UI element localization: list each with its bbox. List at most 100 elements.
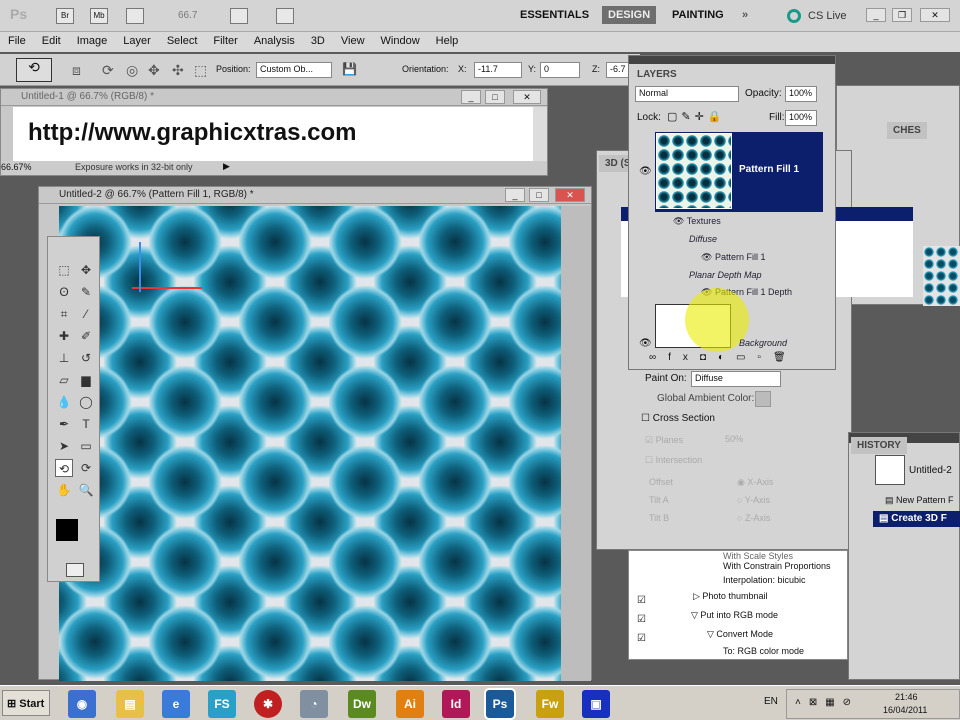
menu-file[interactable]: File — [0, 32, 34, 52]
path-select-tool-icon[interactable]: ➤ — [55, 437, 73, 455]
history-item-selected[interactable]: ▤ Create 3D F — [873, 511, 960, 527]
pattern-canvas[interactable] — [59, 206, 561, 681]
scale-3d-icon[interactable]: ⬚ — [194, 62, 207, 79]
lock-icons[interactable]: ▢✎✛🔒 — [667, 110, 726, 123]
more-workspaces-button[interactable]: » — [742, 9, 748, 21]
rotate-3d-icon[interactable]: ⟳ — [102, 62, 114, 79]
save-view-icon[interactable]: 💾 — [342, 62, 357, 76]
dreamweaver-icon[interactable]: Dw — [348, 690, 376, 718]
position-select[interactable]: Custom Ob... — [256, 62, 332, 78]
doc1-close-button[interactable]: ✕ — [513, 90, 541, 104]
status-menu-arrow-icon[interactable]: ▶ — [223, 161, 230, 172]
background-visibility-eye-icon[interactable]: 👁 — [639, 338, 652, 349]
eraser-tool-icon[interactable]: ▱ — [55, 371, 73, 389]
gradient-tool-icon[interactable]: ▆ — [77, 371, 95, 389]
menu-filter[interactable]: Filter — [205, 32, 245, 52]
move-tool-icon[interactable]: ✥ — [77, 261, 95, 279]
firefox-icon[interactable]: ◉ — [68, 690, 96, 718]
fireworks-icon[interactable]: Fw — [536, 690, 564, 718]
swatches-tab[interactable]: CHES — [887, 122, 927, 139]
foreground-color-swatch[interactable] — [56, 519, 78, 541]
layer-row-pattern-fill-1[interactable]: Pattern Fill 1 — [655, 132, 823, 212]
action-step[interactable]: With Constrain Proportions — [723, 561, 831, 571]
type-tool-icon[interactable]: T — [77, 415, 95, 433]
minimize-button[interactable]: _ — [866, 8, 886, 22]
quick-select-tool-icon[interactable]: ✎ — [77, 283, 95, 301]
brush-tool-icon[interactable]: ✐ — [77, 327, 95, 345]
screen-mode-icon[interactable] — [276, 8, 294, 24]
action-step[interactable]: With Scale Styles — [723, 551, 793, 561]
zoom-tool-icon[interactable]: 🔍 — [77, 481, 95, 499]
menu-layer[interactable]: Layer — [115, 32, 159, 52]
menu-window[interactable]: Window — [373, 32, 428, 52]
lasso-tool-icon[interactable]: ʘ — [55, 283, 73, 301]
intersection-checkbox[interactable]: ☐ Intersection — [645, 455, 702, 466]
workspace-painting[interactable]: PAINTING — [672, 9, 724, 21]
background-layer-name[interactable]: Background — [739, 338, 787, 348]
blend-mode-select[interactable]: Normal — [635, 86, 739, 102]
slide-3d-icon[interactable]: ✣ — [172, 62, 184, 79]
shape-tool-icon[interactable]: ▭ — [77, 437, 95, 455]
layers-tab[interactable]: LAYERS — [631, 66, 683, 83]
network-app-icon[interactable]: ◔ — [300, 690, 328, 718]
action-checkboxes[interactable]: ☑ ☑ ☑ — [637, 591, 646, 648]
clock-time[interactable]: 21:46 — [895, 692, 918, 702]
explorer-folder-icon[interactable]: ▤ — [116, 690, 144, 718]
mini-bridge-button[interactable]: Mb — [90, 8, 108, 24]
action-step[interactable]: Interpolation: bicubic — [723, 575, 806, 585]
menu-help[interactable]: Help — [428, 32, 467, 52]
3d-axis-y-widget[interactable] — [139, 242, 141, 292]
orientation-x-input[interactable]: -11.7 — [474, 62, 522, 78]
internet-explorer-icon[interactable]: e — [162, 690, 190, 718]
action-photo-thumbnail[interactable]: ▷ Photo thumbnail — [693, 591, 767, 602]
start-button[interactable]: ⊞ Start — [2, 690, 50, 716]
planes-opacity-field[interactable]: 50% — [725, 434, 743, 444]
zoom-level-dropdown[interactable]: 66.7 — [178, 10, 197, 21]
healing-tool-icon[interactable]: ✚ — [55, 327, 73, 345]
history-item[interactable]: ▤ New Pattern F — [885, 495, 954, 506]
view-extras-icon[interactable] — [126, 8, 144, 24]
planes-checkbox[interactable]: ☑ Planes — [645, 435, 683, 446]
roll-3d-icon[interactable]: ◎ — [126, 62, 138, 79]
3d-rotate-tool-icon[interactable]: ⟲ — [55, 459, 73, 477]
opacity-input[interactable]: 100% — [785, 86, 817, 102]
doc2-close-button[interactable]: ✕ — [555, 188, 585, 202]
action-put-into-rgb[interactable]: ▽ Put into RGB mode — [691, 610, 778, 621]
doc2-vertical-scrollbar[interactable] — [561, 206, 591, 681]
doc1-vertical-scrollbar[interactable] — [533, 107, 547, 161]
cs-live-button[interactable]: CS Live — [808, 10, 847, 22]
fs-app-icon[interactable]: FS — [208, 690, 236, 718]
bridge-button[interactable]: Br — [56, 8, 74, 24]
dodge-tool-icon[interactable]: ◯ — [77, 393, 95, 411]
menu-analysis[interactable]: Analysis — [246, 32, 303, 52]
global-ambient-color-swatch[interactable] — [755, 391, 771, 407]
textures-group[interactable]: 👁 Textures — [673, 216, 721, 227]
drag-3d-icon[interactable]: ✥ — [148, 62, 160, 79]
3d-axis-x-widget[interactable] — [132, 287, 202, 289]
tool-preset-picker[interactable]: ⟲ — [16, 58, 52, 82]
doc1-canvas[interactable]: http://www.graphicxtras.com — [13, 107, 533, 161]
tray-icons[interactable]: ˄⊠▦⊘ — [795, 697, 859, 708]
eyedropper-tool-icon[interactable]: ⁄ — [77, 305, 95, 323]
action-convert-mode[interactable]: ▽ Convert Mode — [707, 629, 773, 640]
illustrator-icon[interactable]: Ai — [396, 690, 424, 718]
doc2-maximize-button[interactable]: □ — [529, 188, 549, 202]
marquee-tool-icon[interactable]: ⬚ — [55, 261, 73, 279]
indesign-icon[interactable]: Id — [442, 690, 470, 718]
workspace-design[interactable]: DESIGN — [602, 6, 657, 24]
workspace-essentials[interactable]: ESSENTIALS — [520, 9, 589, 21]
quick-mask-icon[interactable] — [66, 563, 84, 577]
cross-section-checkbox[interactable]: ☐ Cross Section — [641, 413, 715, 424]
menu-select[interactable]: Select — [159, 32, 206, 52]
pen-tool-icon[interactable]: ✒ — [55, 415, 73, 433]
menu-edit[interactable]: Edit — [34, 32, 69, 52]
diffuse-texture-item[interactable]: 👁 Pattern Fill 1 — [701, 252, 765, 263]
paint-on-select[interactable]: Diffuse — [691, 371, 781, 387]
active-window-icon[interactable]: ▣ — [582, 690, 610, 718]
acrobat-icon[interactable]: ✱ — [254, 690, 282, 718]
doc1-maximize-button[interactable]: □ — [485, 90, 505, 104]
menu-image[interactable]: Image — [69, 32, 116, 52]
layer-visibility-eye-icon[interactable]: 👁 — [639, 166, 652, 177]
history-brush-tool-icon[interactable]: ↺ — [77, 349, 95, 367]
history-tab[interactable]: HISTORY — [851, 437, 907, 454]
